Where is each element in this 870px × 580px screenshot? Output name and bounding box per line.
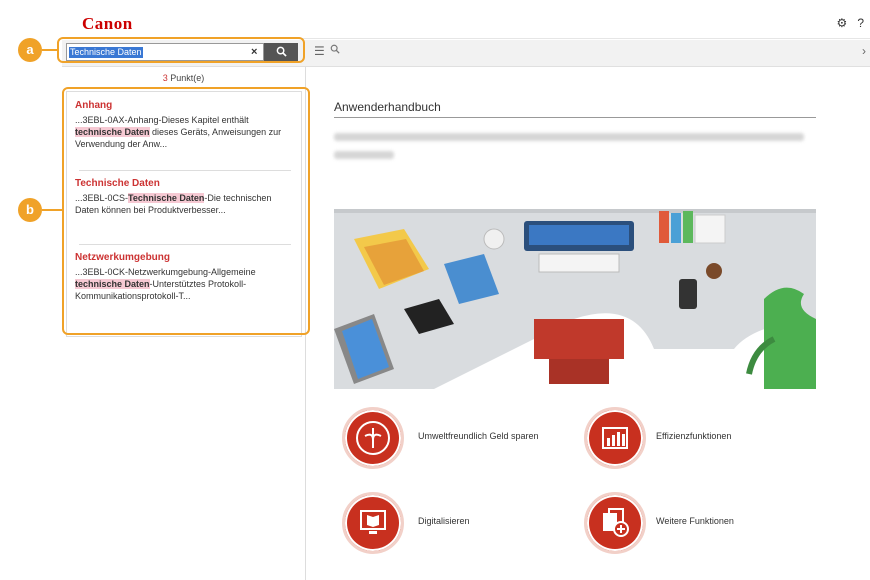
function-label[interactable]: Umweltfreundlich Geld sparen xyxy=(418,431,539,441)
callout-b: b xyxy=(18,198,42,222)
function-label[interactable]: Weitere Funktionen xyxy=(656,516,734,526)
callout-a: a xyxy=(18,38,42,62)
result-count: 3 Punkt(e) xyxy=(62,73,305,83)
callout-a-line xyxy=(42,49,58,51)
documents-plus-icon xyxy=(584,492,646,554)
function-label[interactable]: Digitalisieren xyxy=(418,516,470,526)
chevron-right-icon[interactable]: › xyxy=(862,44,866,58)
gear-icon[interactable]: ⚙ xyxy=(837,16,848,30)
menu-icon[interactable]: ☰ xyxy=(314,44,325,58)
monitor-book-icon xyxy=(342,492,404,554)
top-icons: ⚙? xyxy=(827,16,864,30)
title-underline xyxy=(334,117,816,118)
top-bar: Canon ⚙? xyxy=(62,8,870,39)
help-icon[interactable]: ? xyxy=(857,16,864,30)
function-label[interactable]: Effizienzfunktionen xyxy=(656,431,731,441)
callout-b-highlight xyxy=(62,87,310,335)
result-count-label: Punkt(e) xyxy=(167,73,205,83)
desk-illustration xyxy=(334,199,816,389)
blurred-model-list xyxy=(334,133,804,141)
callout-a-highlight xyxy=(57,37,305,63)
leaf-icon xyxy=(342,407,404,469)
callout-b-line xyxy=(42,209,63,211)
blurred-model-list xyxy=(334,151,394,159)
main-content: Anwenderhandbuch Umweltfreundlich Geld s… xyxy=(322,67,870,580)
page-title: Anwenderhandbuch xyxy=(334,100,441,114)
canon-logo: Canon xyxy=(82,14,133,33)
toc-search-icon[interactable] xyxy=(330,44,340,57)
chart-icon xyxy=(584,407,646,469)
